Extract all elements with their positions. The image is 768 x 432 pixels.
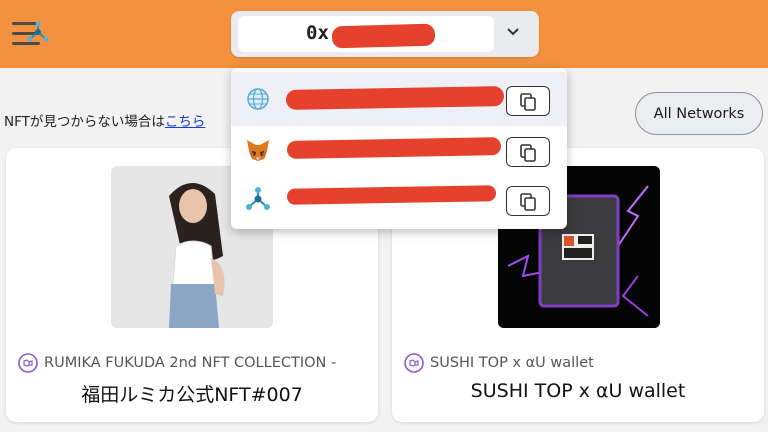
copy-button[interactable]: [506, 186, 550, 216]
nft-name: 福田ルミカ公式NFT#007: [81, 384, 303, 406]
polygon-icon: [404, 353, 424, 373]
copy-icon: [520, 193, 536, 211]
copy-icon: [520, 144, 536, 162]
all-networks-button[interactable]: All Networks: [635, 92, 763, 135]
copy-button[interactable]: [506, 137, 550, 167]
collection-name: RUMIKA FUKUDA 2nd NFT COLLECTION -: [44, 355, 337, 371]
copy-button[interactable]: [506, 86, 550, 116]
polygon-icon: [18, 353, 38, 373]
chevron-down-icon[interactable]: [505, 24, 521, 40]
globe-icon: [247, 88, 269, 110]
nft-name: SUSHI TOP x αU wallet: [470, 380, 686, 402]
help-link[interactable]: こちら: [165, 114, 206, 130]
help-text: NFTが見つからない場合はこちら: [4, 110, 205, 130]
all-networks-label: All Networks: [653, 105, 745, 122]
help-message: NFTが見つからない場合は: [4, 114, 165, 130]
collection-name: SUSHI TOP x αU wallet: [430, 355, 594, 371]
collection-label: RUMIKA FUKUDA 2nd NFT COLLECTION -: [18, 353, 336, 373]
network-node-icon: [27, 21, 49, 42]
selected-address: 0x: [306, 22, 329, 44]
network-node-icon: [246, 187, 270, 210]
redaction: [286, 137, 502, 159]
copy-icon: [520, 93, 536, 111]
redaction: [285, 86, 505, 110]
redaction: [331, 23, 436, 49]
metamask-fox-icon: [247, 140, 269, 161]
collection-label: SUSHI TOP x αU wallet: [404, 353, 594, 373]
